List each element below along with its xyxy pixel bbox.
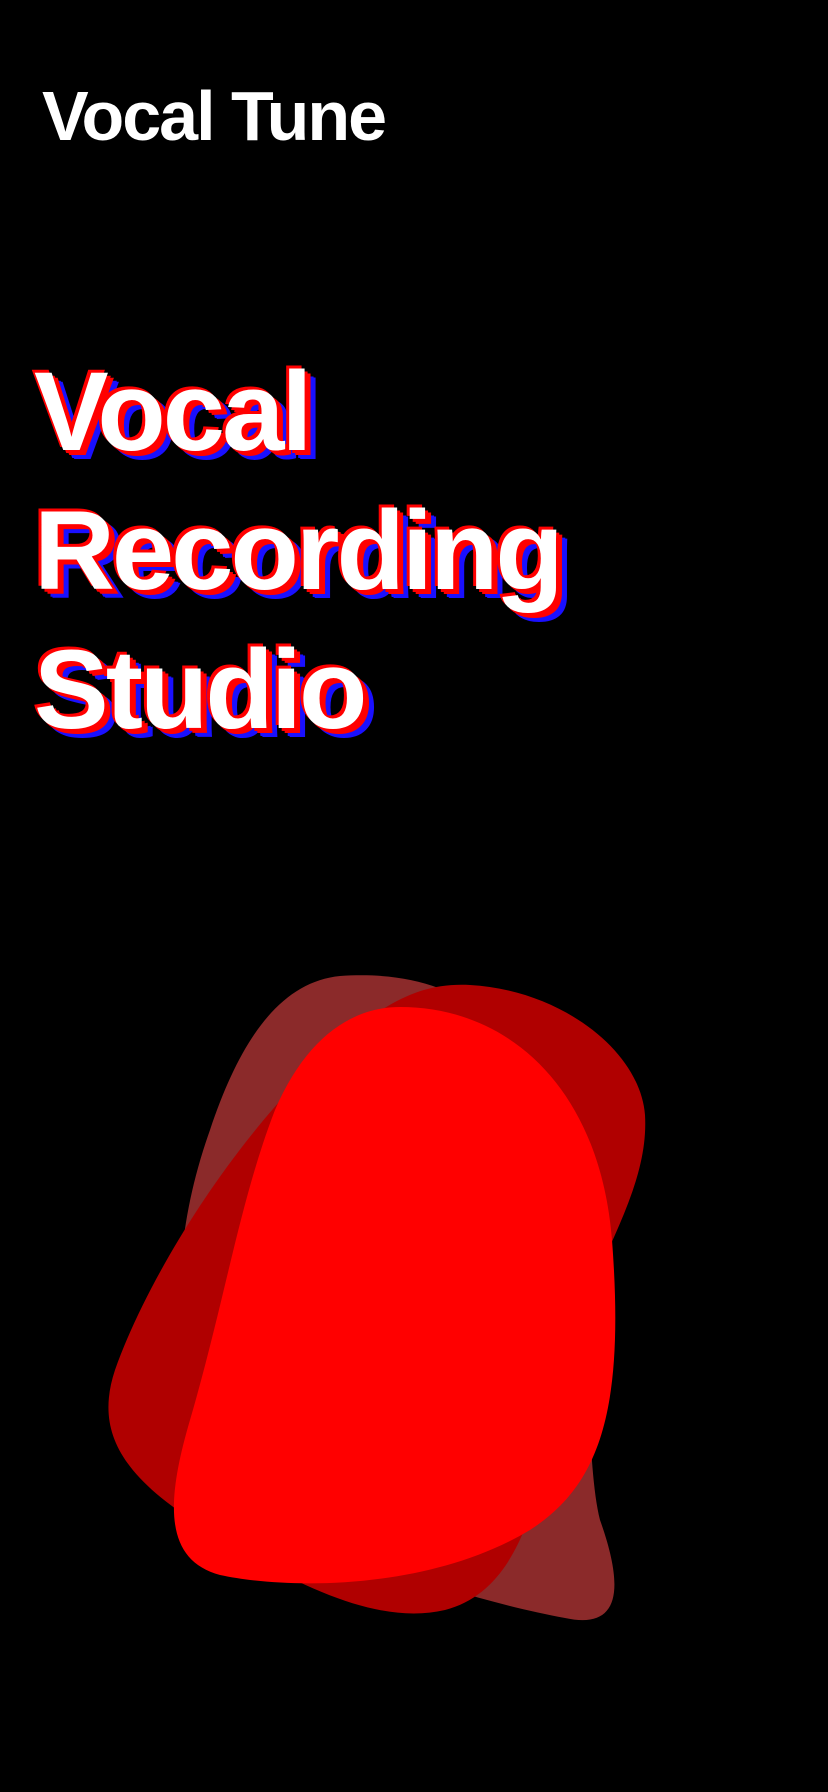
onboarding-screen: Vocal Tune Vocal Recording Studio: [0, 0, 828, 1792]
app-title: Vocal Tune: [42, 77, 387, 155]
headline-line-2: Recording: [34, 488, 564, 613]
headline-line-3: Studio: [34, 627, 367, 752]
red-blob-illustration: [108, 975, 646, 1621]
headline-line-1: Vocal: [34, 349, 312, 474]
hero-headline: Vocal Recording Studio: [34, 349, 564, 769]
